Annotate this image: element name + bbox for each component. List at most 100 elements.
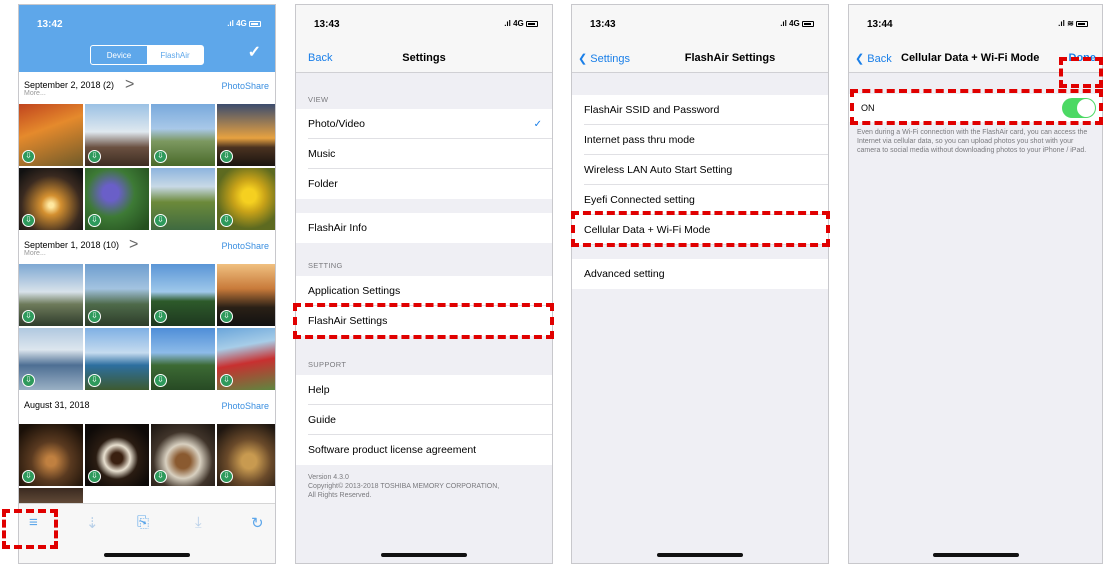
chevron-right-icon[interactable]: > [129,236,138,254]
photo-thumb[interactable]: ⇩ [217,424,275,486]
photo-thumb[interactable]: ⇩ [85,264,149,326]
download-icon[interactable]: ⇩ [154,214,167,227]
download-icon[interactable]: ⇩ [220,214,233,227]
group-date: September 1, 2018 (10) [24,240,120,250]
sort-icon[interactable]: ⇣ [86,514,99,532]
refresh-icon[interactable]: ↻ [251,514,264,532]
settings-item-flashair-settings[interactable]: FlashAir Settings [296,306,552,336]
download-icon[interactable]: ⇩ [22,374,35,387]
download-icon[interactable]: ⇩ [154,470,167,483]
home-indicator [932,553,1019,557]
photo-thumb[interactable]: ⇩ [217,168,275,230]
photo-thumb[interactable]: ⇩ [19,264,83,326]
photoshare-link[interactable]: PhotoShare [221,241,269,251]
settings-item-guide[interactable]: Guide [296,405,552,435]
date-group-header[interactable]: September 2, 2018 (2) More... > PhotoSha… [19,74,275,104]
status-bar: 13:43 .ıl 4G [296,5,552,43]
page-title: Settings [402,52,446,64]
status-time: 13:43 [314,19,340,30]
cell-label: Music [308,148,336,160]
photo-header: 13:42 .ıl 4G Device FlashAir ✓ [19,5,275,72]
settings-item-cellular-wifi[interactable]: Cellular Data + Wi-Fi Mode [572,215,828,245]
settings-item-wlan-auto-start[interactable]: Wireless LAN Auto Start Setting [572,155,828,185]
settings-item-application[interactable]: Application Settings [296,276,552,306]
settings-item-ssid[interactable]: FlashAir SSID and Password [572,95,828,125]
photo-thumb[interactable]: ⇩ [151,424,215,486]
group-date: September 2, 2018 (2) [24,80,115,90]
home-indicator [381,553,467,557]
page-title: Cellular Data + Wi-Fi Mode [901,52,1040,64]
download-icon[interactable]: ⇩ [154,310,167,323]
done-button[interactable]: Done [1069,52,1097,64]
download-icon[interactable]: ⇩ [220,374,233,387]
settings-item-photo-video[interactable]: Photo/Video ✓ [296,109,552,139]
photo-thumb[interactable]: ⇩ [85,328,149,390]
download-icon[interactable]: ⇩ [88,214,101,227]
download-icon[interactable]: ⇩ [22,310,35,323]
settings-item-license[interactable]: Software product license agreement [296,435,552,465]
photoshare-link[interactable]: PhotoShare [221,81,269,91]
battery-icon [802,20,814,27]
segment-flashair[interactable]: FlashAir [147,46,203,64]
photo-thumb[interactable]: ⇩ [151,168,215,230]
photo-thumb[interactable]: ⇩ [151,328,215,390]
cell-label: Cellular Data + Wi-Fi Mode [584,224,711,236]
download-icon[interactable]: ⇩ [220,470,233,483]
photo-thumb[interactable]: ⇩ [19,104,83,166]
photo-thumb[interactable]: ⇩ [151,104,215,166]
photo-thumb[interactable]: ⇩ [85,168,149,230]
download-icon[interactable]: ⇩ [88,470,101,483]
download-icon[interactable]: ⇩ [22,470,35,483]
download-icon[interactable]: ⇩ [22,214,35,227]
photo-thumb[interactable]: ⇩ [19,424,83,486]
photo-thumb[interactable]: ⇩ [85,424,149,486]
photo-thumb[interactable]: ⇩ [19,168,83,230]
settings-item-help[interactable]: Help [296,375,552,405]
download-icon[interactable]: ⇩ [22,150,35,163]
photo-thumb[interactable]: ⇩ [217,104,275,166]
photoshare-link[interactable]: PhotoShare [221,401,269,411]
signal-indicator: .ıl 4G [780,19,800,28]
settings-item-eyefi[interactable]: Eyefi Connected setting [572,185,828,215]
status-bar: 13:44 .ıl ≋ [849,5,1102,43]
select-icon[interactable]: ⎘ [137,514,149,531]
cell-label: Software product license agreement [308,444,477,456]
chevron-right-icon[interactable]: > [125,76,134,94]
menu-icon[interactable]: ≡ [29,514,38,531]
download-icon[interactable]: ⇩ [88,374,101,387]
photo-thumb[interactable]: ⇩ [19,328,83,390]
phone-photo-list: 13:42 .ıl 4G Device FlashAir ✓ September… [18,4,276,564]
mode-description: Even during a Wi-Fi connection with the … [857,129,1088,154]
photo-thumb[interactable]: ⇩ [151,264,215,326]
photo-thumb[interactable]: ⇩ [217,264,275,326]
download-icon[interactable]: ⇩ [154,150,167,163]
settings-item-advanced[interactable]: Advanced setting [572,259,828,289]
settings-item-folder[interactable]: Folder [296,169,552,199]
download-tray-icon[interactable]: ⤓ [195,514,202,531]
group-more-link[interactable]: More... [24,250,46,257]
back-label: Settings [590,53,631,65]
download-icon[interactable]: ⇩ [88,150,101,163]
section-header-support: SUPPORT [308,360,347,369]
download-icon[interactable]: ⇩ [220,150,233,163]
on-toggle-switch[interactable] [1062,98,1096,118]
copyright-text: Copyright© 2013-2018 TOSHIBA MEMORY CORP… [308,483,500,499]
settings-item-internet-pass-thru[interactable]: Internet pass thru mode [572,125,828,155]
group-more-link[interactable]: More... [24,90,46,97]
segment-device[interactable]: Device [91,46,147,64]
settings-item-flashair-info[interactable]: FlashAir Info [296,213,552,243]
download-icon[interactable]: ⇩ [88,310,101,323]
date-group-header[interactable]: August 31, 2018 PhotoShare [19,394,275,424]
checkmark-icon: ✓ [533,118,542,130]
photo-thumb[interactable]: ⇩ [85,104,149,166]
back-button[interactable]: ❮ Settings [578,52,630,65]
nav-bar: ❮ Back Cellular Data + Wi-Fi Mode Done [849,43,1102,73]
select-check-icon[interactable]: ✓ [248,42,261,62]
download-icon[interactable]: ⇩ [154,374,167,387]
back-button[interactable]: ❮ Back [855,52,892,65]
source-segmented-control[interactable]: Device FlashAir [90,45,204,65]
settings-item-music[interactable]: Music [296,139,552,169]
download-icon[interactable]: ⇩ [220,310,233,323]
photo-thumb[interactable]: ⇩ [217,328,275,390]
date-group-header[interactable]: September 1, 2018 (10) More... > PhotoSh… [19,234,275,264]
